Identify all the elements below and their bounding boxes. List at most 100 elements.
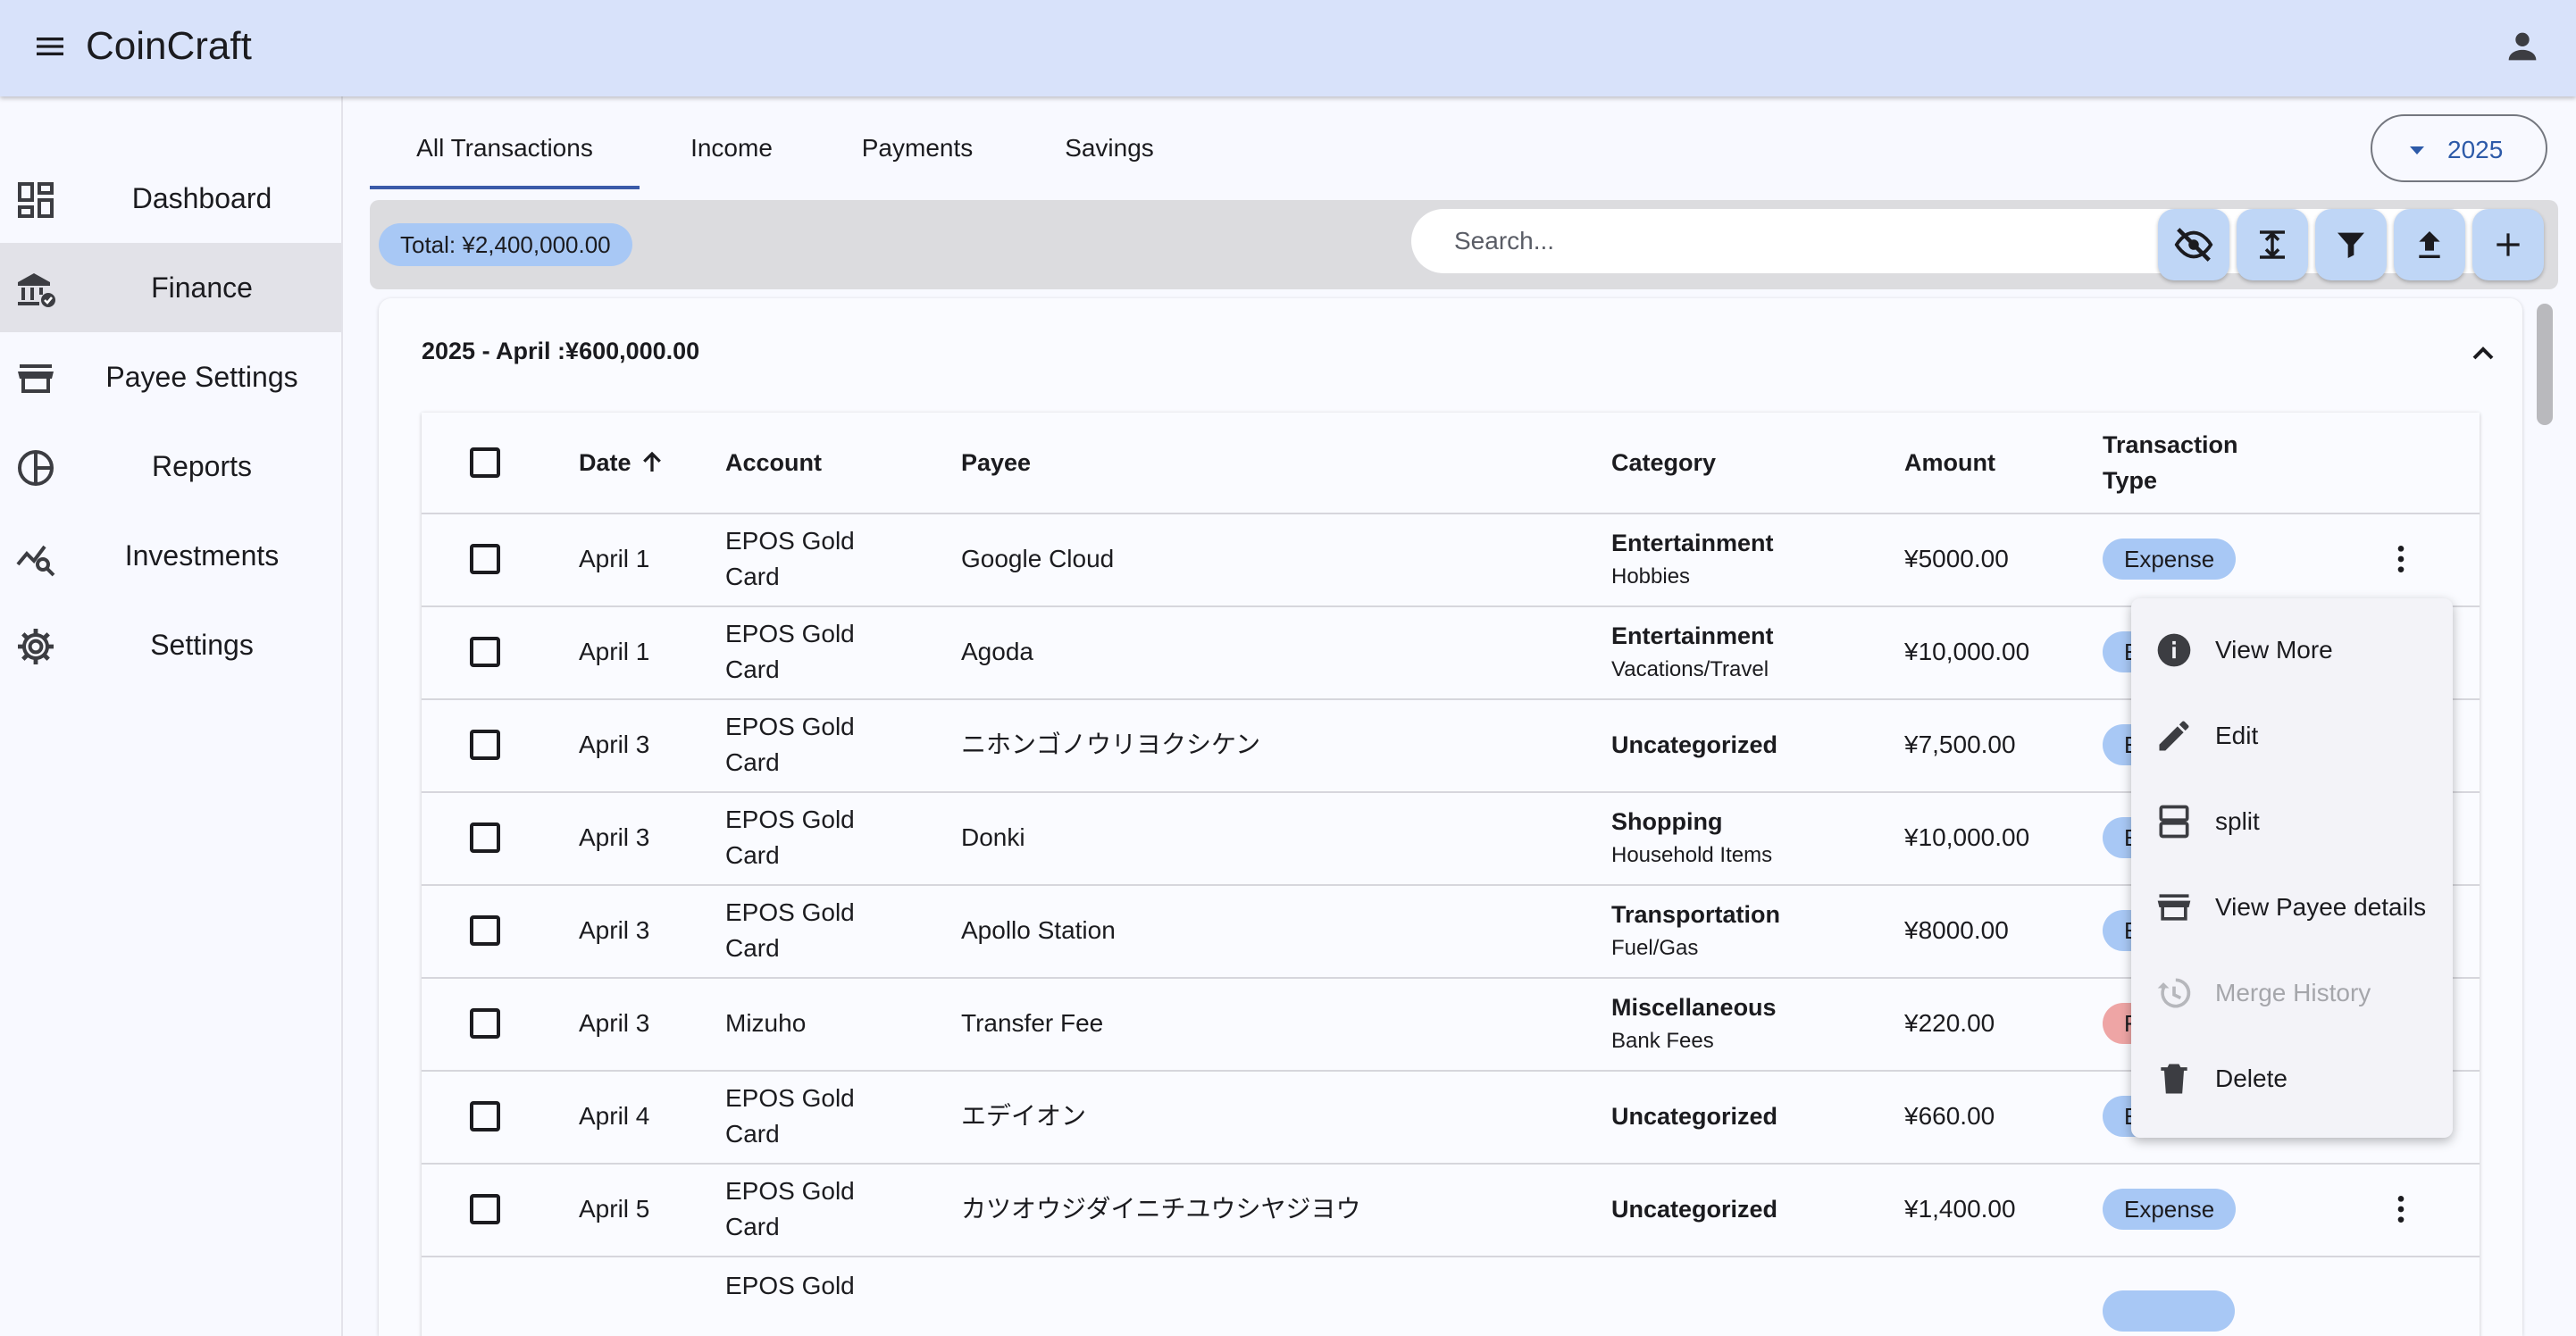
sidebar-item-finance[interactable]: Finance: [0, 243, 341, 332]
menu-item-split[interactable]: split: [2131, 779, 2453, 864]
menu-item-view-payee-details[interactable]: View Payee details: [2131, 864, 2453, 950]
account-icon[interactable]: [2497, 21, 2547, 71]
tab-savings[interactable]: Savings: [1038, 116, 1181, 191]
menu-item-delete[interactable]: Delete: [2131, 1036, 2453, 1122]
row-checkbox[interactable]: [470, 1194, 500, 1224]
select-all-checkbox[interactable]: [470, 447, 500, 478]
type-chip: Expense: [2103, 539, 2237, 580]
header-account[interactable]: Account: [725, 413, 822, 513]
tab-payments[interactable]: Payments: [832, 116, 1002, 191]
cell-category: Miscellaneous Bank Fees: [1611, 977, 1777, 1070]
cell-amount: ¥660.00: [1904, 1102, 1995, 1130]
sidebar-item-label: Settings: [150, 629, 254, 661]
upload-button[interactable]: [2394, 209, 2465, 280]
cell-amount: ¥8000.00: [1904, 916, 2009, 944]
row-checkbox[interactable]: [470, 822, 500, 853]
cell-type: Expense: [2103, 513, 2237, 605]
year-selector-button[interactable]: 2025: [2371, 114, 2547, 182]
sidebar-item-settings[interactable]: Settings: [0, 600, 341, 689]
row-checkbox[interactable]: [470, 637, 500, 667]
row-checkbox[interactable]: [470, 730, 500, 760]
cell-payee: ニホンゴノウリヨクシケン: [961, 731, 1261, 758]
upload-icon: [2419, 231, 2440, 258]
chevron-up-icon[interactable]: [2465, 336, 2501, 372]
account-line: Card: [725, 1120, 780, 1148]
expand-height-icon: [2260, 230, 2285, 259]
arrow-up-icon: [642, 451, 661, 472]
account-line: EPOS Gold: [725, 1177, 855, 1205]
cell-category: Entertainment Hobbies: [1611, 513, 1774, 605]
header-payee[interactable]: Payee: [961, 413, 1031, 513]
row-checkbox[interactable]: [470, 915, 500, 946]
trend-search-icon: [16, 545, 55, 577]
cell-date: April 3: [579, 1009, 650, 1037]
account-line: EPOS Gold: [725, 898, 855, 926]
header-transaction-type[interactable]: Transaction Type: [2103, 413, 2238, 513]
cell-payee: Donki: [961, 823, 1025, 851]
add-transaction-button[interactable]: [2472, 209, 2544, 280]
header-category[interactable]: Category: [1611, 413, 1716, 513]
menu-item-view-more[interactable]: View More: [2131, 607, 2453, 693]
row-checkbox[interactable]: [470, 1101, 500, 1131]
account-line: EPOS Gold: [725, 620, 855, 647]
sidebar-item-dashboard[interactable]: Dashboard: [0, 154, 341, 243]
cell-date: April 3: [579, 823, 650, 851]
cell-amount: ¥1,400.00: [1904, 1195, 2016, 1223]
more-vert-icon: [2397, 1196, 2405, 1223]
category-main: Uncategorized: [1611, 1103, 1778, 1130]
table-row[interactable]: EPOS Gold: [422, 1256, 2480, 1336]
tab-all-transactions[interactable]: All Transactions: [370, 116, 640, 191]
store-icon: [2157, 894, 2191, 921]
row-menu-button[interactable]: [2381, 1163, 2421, 1256]
cell-account: EPOS Gold Card: [725, 884, 855, 977]
cell-account: EPOS Gold Card: [725, 513, 855, 605]
hamburger-menu-icon[interactable]: [27, 23, 73, 70]
cell-payee: Google Cloud: [961, 545, 1115, 572]
cell-date: April 1: [579, 638, 650, 665]
sidebar: Dashboard Finance Payee Settings Reports…: [0, 96, 343, 1336]
account-line: EPOS Gold: [725, 806, 855, 833]
visibility-off-icon: [2174, 228, 2213, 262]
sidebar-item-reports[interactable]: Reports: [0, 422, 341, 511]
menu-item-label: Delete: [2215, 1065, 2287, 1092]
sidebar-item-investments[interactable]: Investments: [0, 511, 341, 600]
cell-amount: ¥220.00: [1904, 1009, 1995, 1037]
cell-payee: Apollo Station: [961, 916, 1116, 944]
row-checkbox[interactable]: [470, 544, 500, 574]
expand-rows-button[interactable]: [2237, 209, 2308, 280]
table-row[interactable]: April 1 EPOS Gold Card Google Cloud Enter…: [422, 513, 2480, 607]
more-vert-icon: [2397, 546, 2405, 572]
row-menu-button[interactable]: [2381, 513, 2421, 605]
category-main: Shopping: [1611, 808, 1723, 835]
category-main: Uncategorized: [1611, 731, 1778, 758]
category-main: Entertainment: [1611, 530, 1774, 556]
category-main: Uncategorized: [1611, 1196, 1778, 1223]
pencil-icon: [2159, 721, 2189, 751]
header-date[interactable]: Date: [579, 413, 665, 513]
account-line: Card: [725, 655, 780, 683]
active-tab-indicator: [370, 186, 640, 189]
row-checkbox[interactable]: [470, 1008, 500, 1039]
cell-date: April 4: [579, 1102, 650, 1130]
gear-icon: [18, 629, 54, 664]
category-sub: Vacations/Travel: [1611, 657, 1769, 681]
vertical-scrollbar[interactable]: [2537, 304, 2553, 425]
header-amount[interactable]: Amount: [1904, 413, 1995, 513]
toggle-visibility-button[interactable]: [2158, 209, 2229, 280]
table-header: Date Account Payee Category Amount Trans…: [422, 413, 2480, 514]
account-line: Card: [725, 934, 780, 962]
tab-income[interactable]: Income: [665, 116, 799, 191]
cell-date: April 3: [579, 731, 650, 758]
cell-category: Entertainment Vacations/Travel: [1611, 605, 1774, 698]
cell-type: Expense: [2103, 1163, 2237, 1256]
sidebar-item-payee-settings[interactable]: Payee Settings: [0, 332, 341, 422]
cell-account: EPOS Gold Card: [725, 698, 855, 791]
filter-button[interactable]: [2315, 209, 2387, 280]
cell-account: EPOS Gold Card: [725, 605, 855, 698]
filter-icon: [2338, 232, 2364, 258]
header-date-label: Date: [579, 449, 631, 476]
group-title: 2025 - April :¥600,000.00: [422, 338, 700, 364]
cell-category: Shopping Household Items: [1611, 791, 1772, 884]
account-line: Card: [725, 748, 780, 776]
menu-item-edit[interactable]: Edit: [2131, 693, 2453, 779]
